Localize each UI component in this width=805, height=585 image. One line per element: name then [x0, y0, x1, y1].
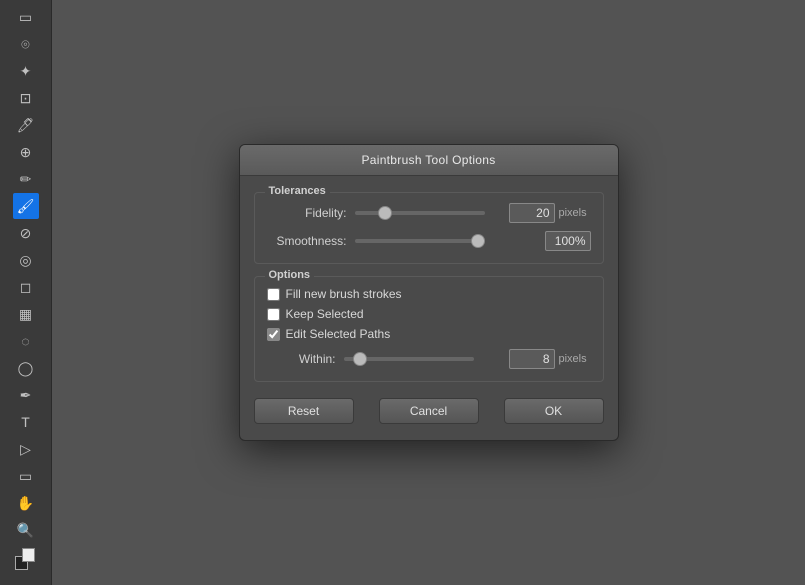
fidelity-unit: pixels: [559, 207, 591, 219]
within-row: Within: pixels: [267, 349, 591, 369]
tool-quick-sel[interactable]: ✦: [13, 58, 39, 84]
dialog-paintbrush-tool-options: Paintbrush Tool Options Tolerances Fidel…: [239, 144, 619, 441]
main-area: Paintbrush Tool Options Tolerances Fidel…: [52, 0, 805, 585]
tool-eyedropper[interactable]: 🖊: [13, 112, 39, 138]
tool-fg-bg[interactable]: [13, 548, 39, 574]
tool-path-select[interactable]: ▷: [13, 436, 39, 462]
within-label: Within:: [286, 352, 336, 366]
within-slider[interactable]: [344, 357, 474, 361]
smoothness-slider[interactable]: [355, 239, 485, 243]
smoothness-row: Smoothness:: [267, 231, 591, 251]
smoothness-input[interactable]: [545, 231, 591, 251]
reset-button[interactable]: Reset: [254, 398, 354, 424]
fidelity-slider[interactable]: [355, 211, 485, 215]
tool-marquee[interactable]: ▭: [13, 4, 39, 30]
tool-blur[interactable]: ◌: [13, 328, 39, 354]
tolerances-section: Tolerances Fidelity: pixels Smoothness:: [254, 192, 604, 264]
within-input[interactable]: [509, 349, 555, 369]
tolerances-label: Tolerances: [265, 185, 330, 197]
smoothness-slider-container: [355, 233, 537, 249]
cancel-button[interactable]: Cancel: [379, 398, 479, 424]
edit-paths-label[interactable]: Edit Selected Paths: [286, 327, 391, 341]
button-row: Reset Cancel OK: [254, 394, 604, 426]
fidelity-label: Fidelity:: [267, 206, 347, 220]
ok-button[interactable]: OK: [504, 398, 604, 424]
tool-text[interactable]: T: [13, 409, 39, 435]
tool-pen[interactable]: ✒: [13, 382, 39, 408]
edit-paths-row: Edit Selected Paths: [267, 327, 591, 341]
keep-selected-row: Keep Selected: [267, 307, 591, 321]
within-unit: pixels: [559, 353, 591, 365]
keep-selected-label[interactable]: Keep Selected: [286, 307, 364, 321]
fill-strokes-checkbox[interactable]: [267, 288, 280, 301]
tool-clone[interactable]: ⊘: [13, 220, 39, 246]
tool-lasso[interactable]: ⌾: [13, 31, 39, 57]
within-slider-container: [344, 351, 501, 367]
tool-crop[interactable]: ⊡: [13, 85, 39, 111]
tool-shape[interactable]: ▭: [13, 463, 39, 489]
tool-paintbrush[interactable]: 🖌: [13, 193, 39, 219]
dialog-title: Paintbrush Tool Options: [240, 145, 618, 176]
tool-hand[interactable]: ✋: [13, 490, 39, 516]
keep-selected-checkbox[interactable]: [267, 308, 280, 321]
tool-zoom[interactable]: 🔍: [13, 517, 39, 543]
fidelity-slider-container: [355, 205, 501, 221]
tool-spot-heal[interactable]: ⊕: [13, 139, 39, 165]
fidelity-input[interactable]: [509, 203, 555, 223]
tool-eraser[interactable]: ◻: [13, 274, 39, 300]
smoothness-label: Smoothness:: [267, 234, 347, 248]
fill-strokes-row: Fill new brush strokes: [267, 287, 591, 301]
toolbar: ▭ ⌾ ✦ ⊡ 🖊 ⊕ ✏ 🖌 ⊘ ◎ ◻ ▦ ◌ ◯ ✒ T ▷ ▭ ✋ 🔍: [0, 0, 52, 585]
tool-dodge[interactable]: ◯: [13, 355, 39, 381]
tool-gradient[interactable]: ▦: [13, 301, 39, 327]
tool-brush[interactable]: ✏: [13, 166, 39, 192]
fill-strokes-label[interactable]: Fill new brush strokes: [286, 287, 402, 301]
edit-paths-checkbox[interactable]: [267, 328, 280, 341]
options-label: Options: [265, 269, 315, 281]
fidelity-row: Fidelity: pixels: [267, 203, 591, 223]
dialog-body: Tolerances Fidelity: pixels Smoothness:: [240, 176, 618, 440]
options-section: Options Fill new brush strokes Keep Sele…: [254, 276, 604, 382]
tool-history[interactable]: ◎: [13, 247, 39, 273]
